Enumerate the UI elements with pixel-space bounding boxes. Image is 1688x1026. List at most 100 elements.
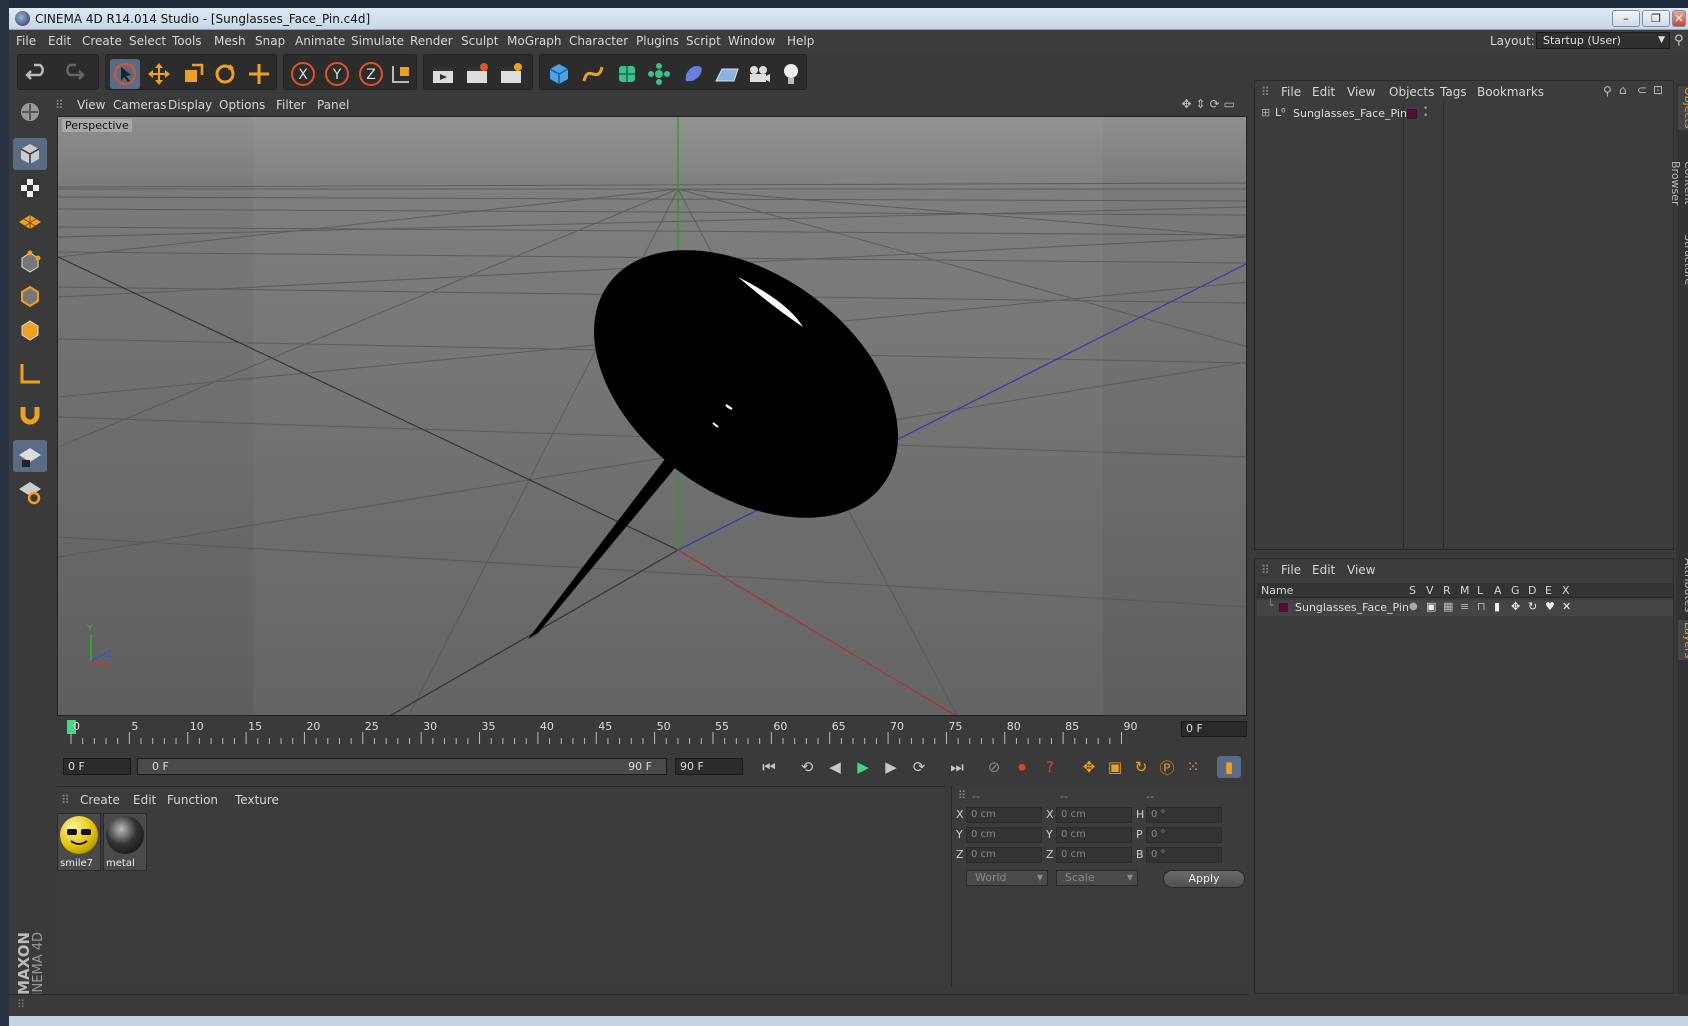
close-button[interactable]: ✕ xyxy=(1672,10,1686,27)
menu-mesh[interactable]: Mesh xyxy=(214,34,246,48)
drag-handle-icon[interactable]: ⠿ xyxy=(61,793,70,807)
tab-structure[interactable]: Structure xyxy=(1678,234,1688,286)
tab-content-browser[interactable]: Content Browser xyxy=(1669,140,1688,226)
layout-select[interactable]: Startup (User) ▼ xyxy=(1536,32,1670,49)
menu-plugins[interactable]: Plugins xyxy=(636,34,679,48)
search-icon[interactable]: ⚲ xyxy=(1674,33,1684,48)
objects-menu-bookmarks[interactable]: Bookmarks xyxy=(1477,85,1544,99)
objects-menu-view[interactable]: View xyxy=(1347,85,1375,99)
play-icon[interactable]: ▶ xyxy=(851,756,875,778)
viewport-menu-view[interactable]: View xyxy=(77,98,105,112)
tab-attributes[interactable]: Attributes xyxy=(1678,556,1688,614)
3d-viewport[interactable]: Y Z Perspective xyxy=(57,116,1247,716)
col-manager[interactable]: M xyxy=(1460,584,1470,597)
object-row[interactable]: ⊞ L⁰ Sunglasses_Face_Pin xyxy=(1257,106,1407,122)
workplane-icon[interactable] xyxy=(13,206,47,238)
search-icon[interactable]: ⚲ xyxy=(1603,84,1612,98)
frame-range-slider[interactable]: 0 F 90 F xyxy=(137,758,667,775)
menu-tools[interactable]: Tools xyxy=(172,34,202,48)
viewport-nav-icons[interactable]: ✥⇕⟳▭ xyxy=(1181,97,1239,111)
drag-handle-icon[interactable]: ⠿ xyxy=(958,789,966,802)
visible-toggle-icon[interactable]: ▣ xyxy=(1426,600,1436,613)
col-animation[interactable]: A xyxy=(1494,584,1502,597)
motion-record-icon[interactable]: ⊘ xyxy=(982,756,1006,778)
material-metal[interactable]: metal xyxy=(103,813,147,871)
viewport-menu-filter[interactable]: Filter xyxy=(276,98,306,112)
previous-key-icon[interactable]: ⟲ xyxy=(795,756,819,778)
menu-window[interactable]: Window xyxy=(728,34,775,48)
objects-menu-objects[interactable]: Objects xyxy=(1389,85,1434,99)
polygons-mode-icon[interactable] xyxy=(13,314,47,346)
menu-sculpt[interactable]: Sculpt xyxy=(461,34,498,48)
menu-help[interactable]: Help xyxy=(787,34,814,48)
pos-y-field[interactable]: 0 cm xyxy=(966,827,1042,843)
select-icon[interactable] xyxy=(110,59,140,89)
menu-file[interactable]: File xyxy=(16,34,36,48)
menu-render[interactable]: Render xyxy=(410,34,453,48)
viewport-menu-display[interactable]: Display xyxy=(168,98,212,112)
animation-toggle-icon[interactable]: ▮ xyxy=(1494,600,1500,613)
new-panel-icon[interactable]: ⊡ xyxy=(1653,83,1663,97)
array-icon[interactable] xyxy=(644,59,674,89)
rot-p-field[interactable]: 0 ° xyxy=(1146,827,1222,843)
key-pla-icon[interactable]: ⁙ xyxy=(1181,756,1205,778)
texture-mode-icon[interactable] xyxy=(13,172,47,204)
material-menu-texture[interactable]: Texture xyxy=(235,793,279,807)
snap-icon[interactable] xyxy=(13,440,47,472)
pos-z-field[interactable]: 0 cm xyxy=(966,847,1042,863)
render-view-icon[interactable] xyxy=(428,59,458,89)
cube-icon[interactable] xyxy=(544,59,574,89)
menu-mograph[interactable]: MoGraph xyxy=(507,34,562,48)
xref-toggle-icon[interactable]: ✕ xyxy=(1562,600,1571,613)
render-settings-icon[interactable] xyxy=(496,59,526,89)
timeline-icon[interactable]: ▮ xyxy=(1217,756,1241,778)
live-select-icon[interactable] xyxy=(244,59,274,89)
col-view[interactable]: V xyxy=(1426,584,1434,597)
material-menu-create[interactable]: Create xyxy=(80,793,120,807)
next-key-icon[interactable]: ⟳ xyxy=(907,756,931,778)
y-axis-lock-icon[interactable]: Y xyxy=(322,59,352,89)
pos-x-field[interactable]: 0 cm xyxy=(966,807,1042,823)
z-axis-lock-icon[interactable]: Z xyxy=(356,59,386,89)
menu-create[interactable]: Create xyxy=(82,34,122,48)
x-axis-lock-icon[interactable]: X xyxy=(288,59,318,89)
key-scale-icon[interactable]: ▣ xyxy=(1103,756,1127,778)
rotate-icon[interactable] xyxy=(210,59,240,89)
objects-menu-edit[interactable]: Edit xyxy=(1312,85,1335,99)
drag-handle-icon[interactable]: ⠿ xyxy=(55,98,64,112)
viewport-menu-options[interactable]: Options xyxy=(219,98,265,112)
objects-menu-tags[interactable]: Tags xyxy=(1440,85,1467,99)
layer-color-tag[interactable] xyxy=(1407,109,1417,119)
axis-mode-icon[interactable] xyxy=(13,358,47,390)
apply-button[interactable]: Apply xyxy=(1163,870,1245,888)
menu-snap[interactable]: Snap xyxy=(255,34,285,48)
generator-toggle-icon[interactable]: ✥ xyxy=(1511,600,1520,613)
start-frame-field[interactable]: 0 F xyxy=(63,758,131,775)
coordinate-space-dropdown[interactable]: World ▼ xyxy=(966,870,1048,886)
expand-icon[interactable]: ⊞ xyxy=(1261,106,1270,119)
tab-objects[interactable]: Objects xyxy=(1678,86,1688,130)
next-frame-icon[interactable]: ▶ xyxy=(879,756,903,778)
rot-b-field[interactable]: 0 ° xyxy=(1146,847,1222,863)
magnet-icon[interactable] xyxy=(13,398,47,430)
timeline-ruler[interactable]: 0 5 10 15 20 25 30 35 40 45 50 55 60 65 70 75 80 85 90 0 F xyxy=(57,718,1247,748)
col-solo[interactable]: S xyxy=(1409,584,1416,597)
col-xref[interactable]: X xyxy=(1562,584,1570,597)
floor-icon[interactable] xyxy=(712,59,742,89)
col-expressions[interactable]: E xyxy=(1545,584,1552,597)
move-icon[interactable] xyxy=(144,59,174,89)
material-menu-edit[interactable]: Edit xyxy=(133,793,156,807)
manager-toggle-icon[interactable]: ≡ xyxy=(1460,600,1469,613)
col-name[interactable]: Name xyxy=(1261,584,1293,597)
locked-workplane-icon[interactable] xyxy=(13,476,47,508)
menu-animate[interactable]: Animate xyxy=(295,34,345,48)
end-frame-field[interactable]: 90 F xyxy=(675,758,743,775)
menu-edit[interactable]: Edit xyxy=(48,34,71,48)
maximize-button[interactable]: ❐ xyxy=(1642,10,1670,27)
redo-icon[interactable] xyxy=(58,59,88,89)
layers-menu-view[interactable]: View xyxy=(1347,563,1375,577)
key-rotation-icon[interactable]: ↻ xyxy=(1129,756,1153,778)
current-frame-field[interactable]: 0 F xyxy=(1181,721,1247,737)
menu-script[interactable]: Script xyxy=(686,34,721,48)
layers-menu-edit[interactable]: Edit xyxy=(1312,563,1335,577)
